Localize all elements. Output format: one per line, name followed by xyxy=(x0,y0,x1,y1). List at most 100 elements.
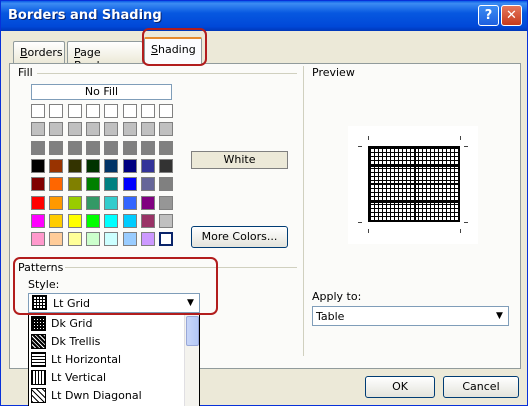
color-swatch[interactable] xyxy=(86,177,100,191)
color-swatch[interactable] xyxy=(68,177,82,191)
tab-borders[interactable]: Borders xyxy=(13,41,65,63)
color-swatch[interactable] xyxy=(104,196,118,210)
color-swatch[interactable] xyxy=(123,177,137,191)
color-swatch[interactable] xyxy=(104,122,118,136)
color-swatch[interactable] xyxy=(68,214,82,228)
color-swatch[interactable] xyxy=(86,159,100,173)
color-swatch[interactable] xyxy=(49,159,63,173)
color-swatch[interactable] xyxy=(31,232,45,246)
color-swatch[interactable] xyxy=(141,214,155,228)
no-fill-button[interactable]: No Fill xyxy=(31,84,172,100)
color-swatch[interactable] xyxy=(141,104,155,118)
patterns-highlight xyxy=(13,257,218,315)
color-swatch[interactable] xyxy=(159,232,173,246)
color-swatch[interactable] xyxy=(68,141,82,155)
color-swatch[interactable] xyxy=(104,214,118,228)
color-swatch[interactable] xyxy=(104,177,118,191)
list-item[interactable]: Lt Vertical xyxy=(29,369,185,387)
color-swatch[interactable] xyxy=(159,159,173,173)
title-bar: Borders and Shading ? ✕ xyxy=(1,1,527,31)
scrollbar-thumb[interactable] xyxy=(186,316,199,346)
color-swatch[interactable] xyxy=(123,214,137,228)
color-swatch[interactable] xyxy=(104,232,118,246)
color-swatch[interactable] xyxy=(49,177,63,191)
lt-dwn-diagonal-pattern-icon xyxy=(31,388,46,403)
color-swatch[interactable] xyxy=(159,177,173,191)
selected-color-name: White xyxy=(191,151,288,169)
color-swatch[interactable] xyxy=(68,122,82,136)
color-swatch[interactable] xyxy=(123,141,137,155)
color-swatch[interactable] xyxy=(86,141,100,155)
color-swatch[interactable] xyxy=(31,122,45,136)
color-swatch[interactable] xyxy=(86,214,100,228)
color-swatch[interactable] xyxy=(123,159,137,173)
dropdown-scrollbar[interactable] xyxy=(184,314,199,406)
color-swatch[interactable] xyxy=(141,122,155,136)
color-swatch[interactable] xyxy=(68,232,82,246)
dialog-title: Borders and Shading xyxy=(8,8,162,23)
shading-preview xyxy=(348,126,478,244)
list-item[interactable]: Dk Grid xyxy=(29,315,185,333)
color-swatch[interactable] xyxy=(49,232,63,246)
borders-and-shading-dialog: Borders and Shading ? ✕ Borders Page Bor… xyxy=(0,0,528,406)
color-swatch[interactable] xyxy=(159,196,173,210)
color-swatch[interactable] xyxy=(141,196,155,210)
color-swatch[interactable] xyxy=(31,159,45,173)
color-swatch[interactable] xyxy=(104,159,118,173)
color-swatch[interactable] xyxy=(159,104,173,118)
ok-button[interactable]: OK xyxy=(365,376,435,398)
fill-group-label: Fill xyxy=(18,66,33,79)
cancel-button[interactable]: Cancel xyxy=(443,376,519,398)
color-swatch[interactable] xyxy=(49,104,63,118)
list-item[interactable]: Dk Trellis xyxy=(29,333,185,351)
help-button[interactable]: ? xyxy=(478,5,499,26)
close-button[interactable]: ✕ xyxy=(501,5,522,26)
color-swatch[interactable] xyxy=(31,214,45,228)
apply-to-label: Apply to: xyxy=(312,290,362,303)
dk-trellis-pattern-icon xyxy=(31,334,46,349)
shading-tab-highlight xyxy=(142,28,207,66)
color-swatch[interactable] xyxy=(86,104,100,118)
color-swatch[interactable] xyxy=(68,104,82,118)
color-swatch[interactable] xyxy=(123,104,137,118)
list-item[interactable]: Lt Horizontal xyxy=(29,351,185,369)
color-swatch[interactable] xyxy=(31,177,45,191)
help-icon: ? xyxy=(484,8,493,23)
apply-to-combobox[interactable]: Table ▼ xyxy=(312,306,509,326)
color-swatch[interactable] xyxy=(123,122,137,136)
color-swatch[interactable] xyxy=(31,196,45,210)
color-swatch[interactable] xyxy=(31,104,45,118)
vertical-divider xyxy=(303,66,304,356)
color-swatch[interactable] xyxy=(159,122,173,136)
color-swatch[interactable] xyxy=(49,141,63,155)
color-swatch[interactable] xyxy=(104,141,118,155)
color-swatch[interactable] xyxy=(49,196,63,210)
close-icon: ✕ xyxy=(506,8,517,23)
color-swatch[interactable] xyxy=(31,141,45,155)
color-swatch[interactable] xyxy=(86,196,100,210)
color-swatch[interactable] xyxy=(68,159,82,173)
color-swatch[interactable] xyxy=(49,122,63,136)
color-swatch[interactable] xyxy=(123,196,137,210)
style-dropdown-list: Dk Grid Dk Trellis Lt Horizontal Lt Vert… xyxy=(28,313,200,406)
color-swatch[interactable] xyxy=(141,232,155,246)
list-item[interactable]: Lt Dwn Diagonal xyxy=(29,387,185,405)
color-swatch[interactable] xyxy=(49,214,63,228)
preview-group-label: Preview xyxy=(312,66,355,79)
chevron-down-icon[interactable]: ▼ xyxy=(491,308,507,324)
color-swatch[interactable] xyxy=(159,214,173,228)
color-swatch[interactable] xyxy=(159,141,173,155)
color-swatch[interactable] xyxy=(68,196,82,210)
more-colors-button[interactable]: More Colors... xyxy=(191,226,288,248)
color-swatch[interactable] xyxy=(141,141,155,155)
color-swatch[interactable] xyxy=(104,104,118,118)
color-swatch[interactable] xyxy=(123,232,137,246)
dk-grid-pattern-icon xyxy=(31,316,46,331)
tab-page-border[interactable]: Page Border xyxy=(67,41,143,72)
color-swatch[interactable] xyxy=(141,159,155,173)
color-swatch[interactable] xyxy=(141,177,155,191)
preview-table xyxy=(368,146,460,222)
color-swatch[interactable] xyxy=(86,122,100,136)
color-swatch[interactable] xyxy=(86,232,100,246)
fill-divider xyxy=(37,73,297,74)
